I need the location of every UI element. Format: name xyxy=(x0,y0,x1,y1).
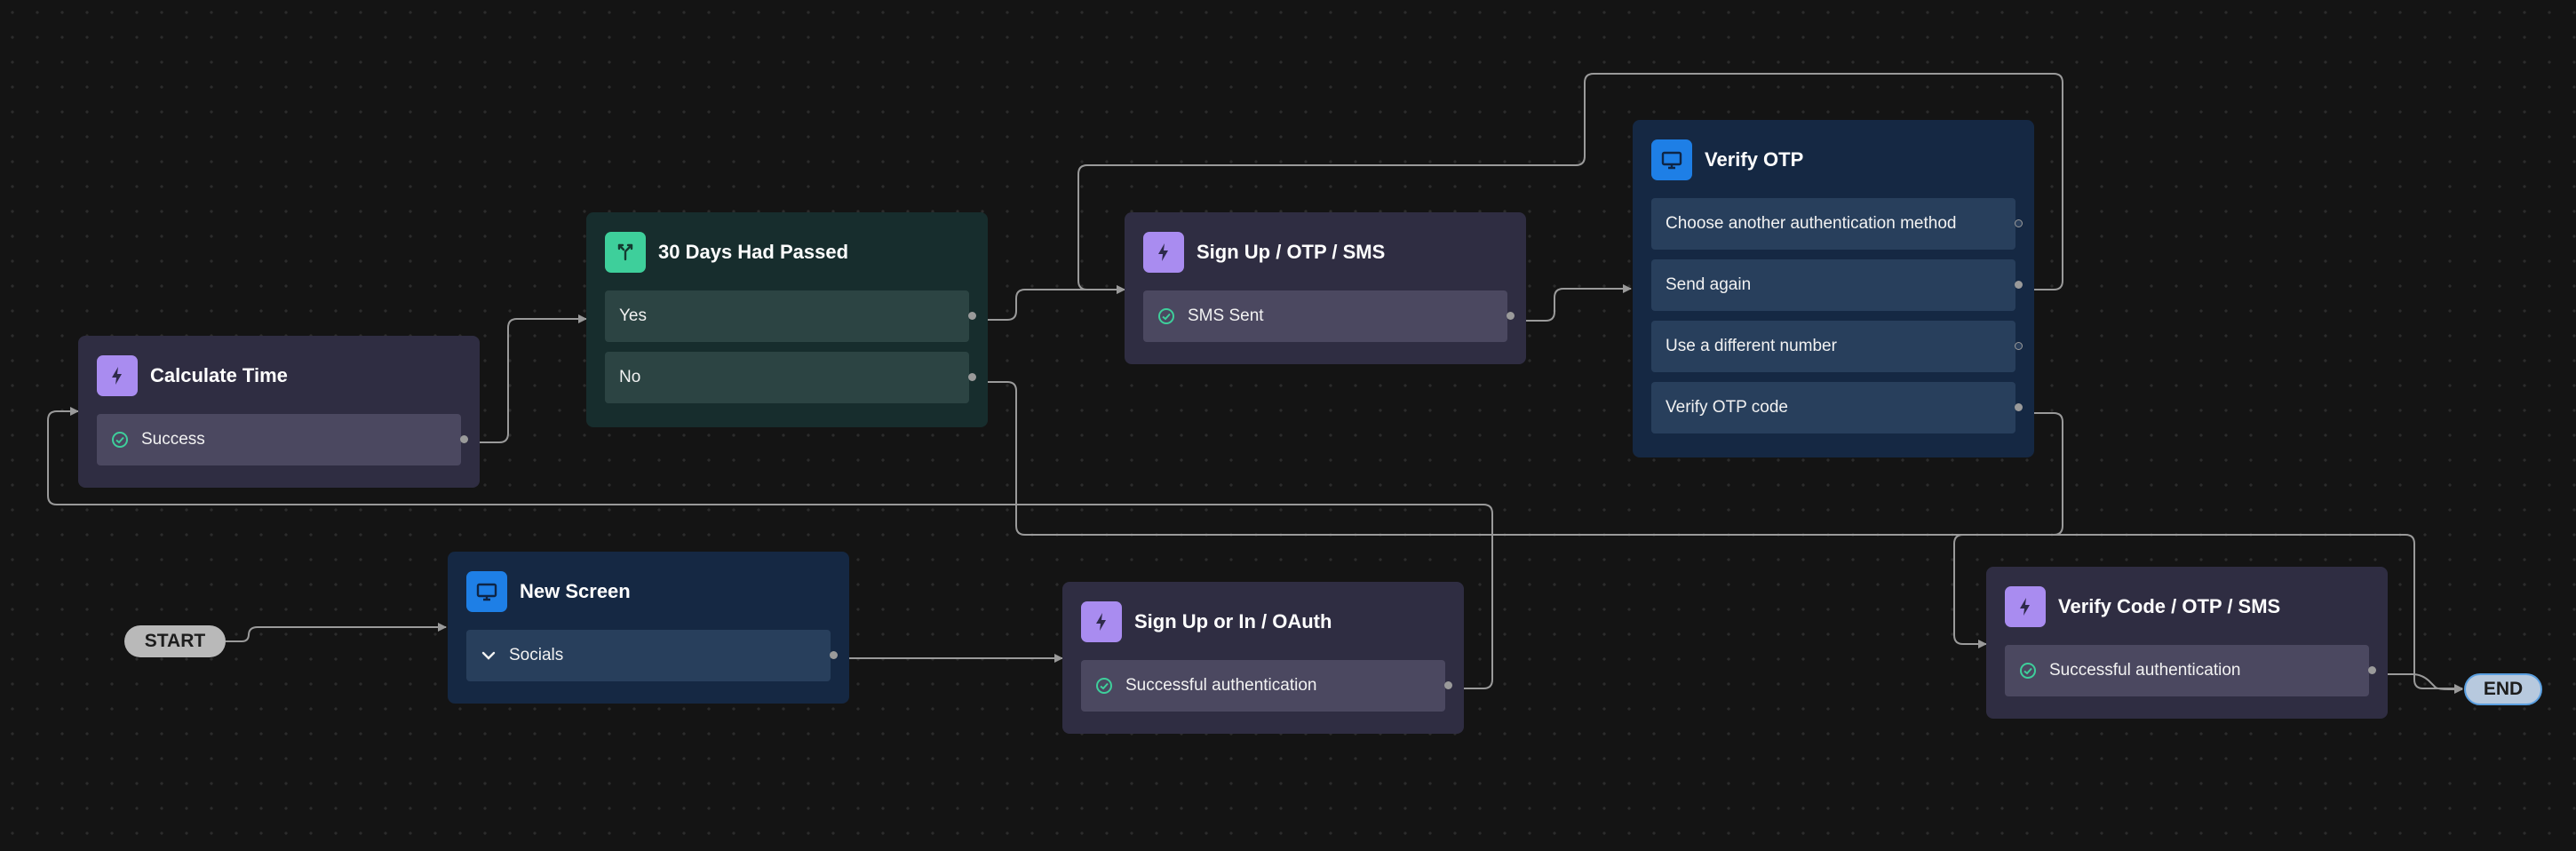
node-sign-up-or-in-oauth[interactable]: Sign Up or In / OAuth Successful authent… xyxy=(1062,582,1464,734)
node-title: Calculate Time xyxy=(150,364,288,386)
output-port[interactable] xyxy=(968,373,976,381)
row-label: Send again xyxy=(1666,275,1752,294)
row-label: Socials xyxy=(509,646,564,664)
end-label: END xyxy=(2483,679,2524,699)
edge-yes-to-signup-sms[interactable] xyxy=(968,285,1125,321)
output-row-successful-authentication[interactable]: Successful authentication xyxy=(1081,660,1452,712)
output-row-verify-otp-code[interactable]: Verify OTP code xyxy=(1651,382,2023,433)
chevron-down-icon xyxy=(481,648,497,664)
node-sign-up-otp-sms[interactable]: Sign Up / OTP / SMS SMS Sent xyxy=(1125,212,1526,364)
node-header: Sign Up / OTP / SMS xyxy=(1143,232,1507,273)
lightning-icon xyxy=(2005,586,2046,627)
check-circle-icon xyxy=(1157,307,1175,325)
lightning-icon xyxy=(1081,601,1122,642)
output-port[interactable] xyxy=(2015,403,2023,411)
node-title: 30 Days Had Passed xyxy=(658,241,849,263)
output-row-successful-authentication[interactable]: Successful authentication xyxy=(2005,645,2376,696)
output-row-socials[interactable]: Socials xyxy=(466,630,838,681)
row-label: Choose another authentication method xyxy=(1666,214,1957,233)
output-port[interactable] xyxy=(1507,312,1515,320)
monitor-icon xyxy=(466,571,507,612)
output-row-success[interactable]: Success xyxy=(97,414,468,465)
node-header: 30 Days Had Passed xyxy=(605,232,969,273)
lightning-icon xyxy=(1143,232,1184,273)
lightning-icon xyxy=(97,355,138,396)
check-circle-icon xyxy=(111,431,129,449)
output-row-use-different-number[interactable]: Use a different number xyxy=(1651,321,2023,372)
output-port[interactable] xyxy=(968,312,976,320)
node-verify-code-otp-sms[interactable]: Verify Code / OTP / SMS Successful authe… xyxy=(1986,567,2388,719)
node-title: Verify Code / OTP / SMS xyxy=(2058,595,2281,617)
branch-icon xyxy=(605,232,646,273)
node-title: New Screen xyxy=(520,580,631,602)
output-port[interactable] xyxy=(2015,219,2023,227)
flow-canvas[interactable]: START END Calculate Time Success 30 Days… xyxy=(0,0,2576,851)
node-title: Sign Up or In / OAuth xyxy=(1134,610,1332,632)
output-row-sms-sent[interactable]: SMS Sent xyxy=(1143,290,1515,342)
node-new-screen[interactable]: New Screen Socials xyxy=(448,552,849,704)
node-header: Calculate Time xyxy=(97,355,461,396)
output-port[interactable] xyxy=(830,651,838,659)
check-circle-icon xyxy=(1095,677,1113,695)
node-header: New Screen xyxy=(466,571,831,612)
start-label: START xyxy=(144,631,206,651)
end-node[interactable]: END xyxy=(2464,673,2542,705)
node-verify-otp[interactable]: Verify OTP Choose another authentication… xyxy=(1633,120,2034,457)
row-label: Successful authentication xyxy=(1125,676,1317,695)
start-node[interactable]: START xyxy=(124,625,226,657)
output-port[interactable] xyxy=(460,435,468,443)
output-port[interactable] xyxy=(1444,681,1452,689)
output-row-choose-another-method[interactable]: Choose another authentication method xyxy=(1651,198,2023,250)
output-port[interactable] xyxy=(2015,342,2023,350)
row-label: No xyxy=(619,368,641,386)
check-circle-icon xyxy=(2019,662,2037,680)
output-row-no[interactable]: No xyxy=(605,352,976,403)
row-label: SMS Sent xyxy=(1188,306,1264,325)
node-header: Verify OTP xyxy=(1651,139,2015,180)
row-label: Success xyxy=(141,430,205,449)
output-row-yes[interactable]: Yes xyxy=(605,290,976,342)
node-30-days-had-passed[interactable]: 30 Days Had Passed Yes No xyxy=(586,212,988,427)
output-row-send-again[interactable]: Send again xyxy=(1651,259,2023,311)
row-label: Successful authentication xyxy=(2049,661,2241,680)
node-title: Verify OTP xyxy=(1705,148,1804,171)
edge-start-to-new-screen[interactable] xyxy=(226,623,447,642)
monitor-icon xyxy=(1651,139,1692,180)
node-calculate-time[interactable]: Calculate Time Success xyxy=(78,336,480,488)
row-label: Use a different number xyxy=(1666,337,1837,355)
output-port[interactable] xyxy=(2368,666,2376,674)
node-header: Sign Up or In / OAuth xyxy=(1081,601,1445,642)
row-label: Yes xyxy=(619,306,647,325)
node-header: Verify Code / OTP / SMS xyxy=(2005,586,2369,627)
row-label: Verify OTP code xyxy=(1666,398,1788,417)
output-port[interactable] xyxy=(2015,281,2023,289)
node-title: Sign Up / OTP / SMS xyxy=(1197,241,1386,263)
